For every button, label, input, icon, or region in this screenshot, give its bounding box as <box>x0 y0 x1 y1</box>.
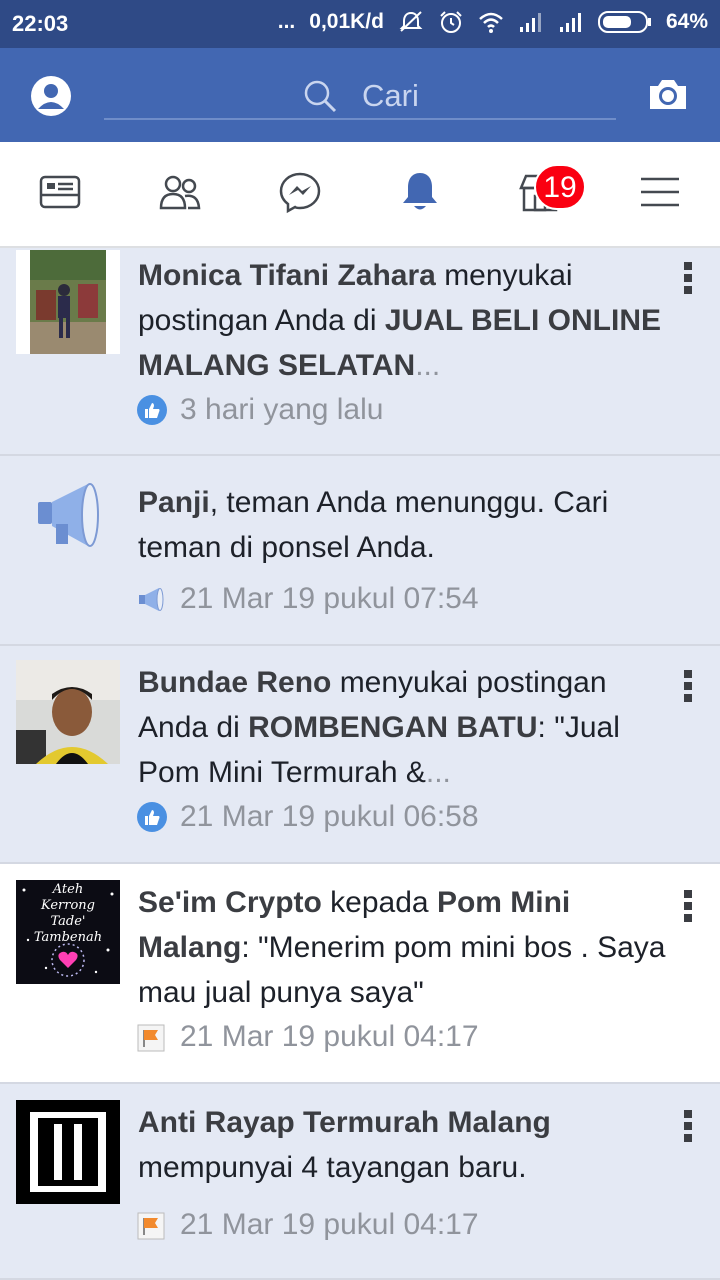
tab-news-feed[interactable] <box>38 170 82 214</box>
notification-text: Se'im Crypto kepada Pom Mini Malang: "Me… <box>138 880 668 1015</box>
notification-item[interactable]: Ateh Kerrong Tade' Tambenah Se'im Crypto… <box>0 864 720 1084</box>
signal-icon-1 <box>519 13 541 32</box>
thumb-caption: Ateh Kerrong Tade' Tambenah <box>33 882 103 945</box>
tab-messenger[interactable] <box>278 170 322 214</box>
more-options-icon[interactable] <box>680 1110 696 1150</box>
status-bar: 22:03 ... 0,01K/d 64% <box>0 0 720 48</box>
notification-body: kepada <box>321 886 437 919</box>
tab-friends[interactable] <box>158 170 202 214</box>
wifi-icon <box>479 12 503 33</box>
notification-meta: 21 Mar 19 pukul 04:17 <box>136 1020 479 1054</box>
megaphone-icon <box>38 483 99 547</box>
more-options-icon[interactable] <box>680 262 696 302</box>
notification-text: Anti Rayap Termurah Malang mempunyai 4 t… <box>138 1100 668 1190</box>
profile-icon[interactable] <box>30 75 72 117</box>
notification-time: 21 Mar 19 pukul 06:58 <box>180 800 479 833</box>
camera-icon[interactable] <box>648 74 688 114</box>
status-indicators: ... 0,01K/d 64% <box>278 10 708 34</box>
like-icon <box>137 395 167 425</box>
search-bar[interactable]: Cari <box>104 70 616 120</box>
actor-name: Anti Rayap Termurah Malang <box>138 1106 551 1139</box>
like-icon <box>137 802 167 832</box>
notification-text: Bundae Reno menyukai postingan Anda di R… <box>138 660 668 795</box>
alarm-icon <box>440 11 462 33</box>
more-options-icon[interactable] <box>680 890 696 930</box>
page-logo <box>16 1100 120 1204</box>
search-icon <box>304 80 337 113</box>
status-time: 22:03 <box>12 11 69 36</box>
notification-item[interactable]: Monica Tifani Zahara menyukai postingan … <box>0 248 720 456</box>
target-name: ROMBENGAN BATU <box>248 711 538 744</box>
notification-meta: 21 Mar 19 pukul 04:17 <box>136 1208 479 1242</box>
notification-avatar <box>16 660 120 764</box>
actor-name: Panji <box>138 486 210 519</box>
notification-meta: 21 Mar 19 pukul 07:54 <box>136 582 479 616</box>
notification-meta: 21 Mar 19 pukul 06:58 <box>136 800 479 834</box>
notification-avatar: Ateh Kerrong Tade' Tambenah <box>16 880 120 984</box>
notification-list: Monica Tifani Zahara menyukai postingan … <box>0 248 720 1280</box>
person-photo <box>16 660 120 764</box>
ellipsis: ... <box>415 349 441 382</box>
notification-text: Panji, teman Anda menunggu. Cari teman d… <box>138 480 668 570</box>
marketplace-badge: 19 <box>534 164 586 210</box>
actor-name: Monica Tifani Zahara <box>138 259 436 292</box>
status-dots: ... <box>277 10 296 33</box>
actor-name: Bundae Reno <box>138 666 332 699</box>
person-photo <box>16 250 120 354</box>
notification-item[interactable]: Bundae Reno menyukai postingan Anda di R… <box>0 646 720 864</box>
notification-avatar <box>16 1100 120 1204</box>
top-header: Cari <box>0 48 720 142</box>
megaphone-small-icon <box>139 588 164 611</box>
notification-item[interactable]: Panji, teman Anda menunggu. Cari teman d… <box>0 456 720 646</box>
actor-name: Se'im Crypto <box>138 886 322 919</box>
signal-icon-2 <box>559 13 581 32</box>
page-flag-icon <box>137 1212 165 1240</box>
notification-text: Monica Tifani Zahara menyukai postingan … <box>138 253 668 388</box>
tab-menu[interactable] <box>638 170 682 214</box>
battery-percent: 64% <box>665 10 708 33</box>
notification-meta: 3 hari yang lalu <box>136 393 383 427</box>
notification-time: 21 Mar 19 pukul 04:17 <box>180 1020 479 1053</box>
search-placeholder: Cari <box>362 78 419 113</box>
notification-avatar <box>16 250 120 354</box>
notification-time: 3 hari yang lalu <box>180 393 384 426</box>
tab-bar: 19 <box>0 142 720 248</box>
notification-item[interactable]: Anti Rayap Termurah Malang mempunyai 4 t… <box>0 1084 720 1280</box>
page-flag-icon <box>137 1024 165 1052</box>
ellipsis: ... <box>425 756 451 789</box>
notification-time: 21 Mar 19 pukul 04:17 <box>180 1208 479 1241</box>
notification-time: 21 Mar 19 pukul 07:54 <box>180 582 479 615</box>
battery-icon <box>597 11 651 33</box>
network-speed: 0,01K/d <box>309 10 384 33</box>
more-options-icon[interactable] <box>680 670 696 710</box>
mute-icon <box>399 11 423 32</box>
tab-notifications[interactable] <box>398 170 442 214</box>
notification-body: mempunyai 4 tayangan baru. <box>138 1151 527 1184</box>
